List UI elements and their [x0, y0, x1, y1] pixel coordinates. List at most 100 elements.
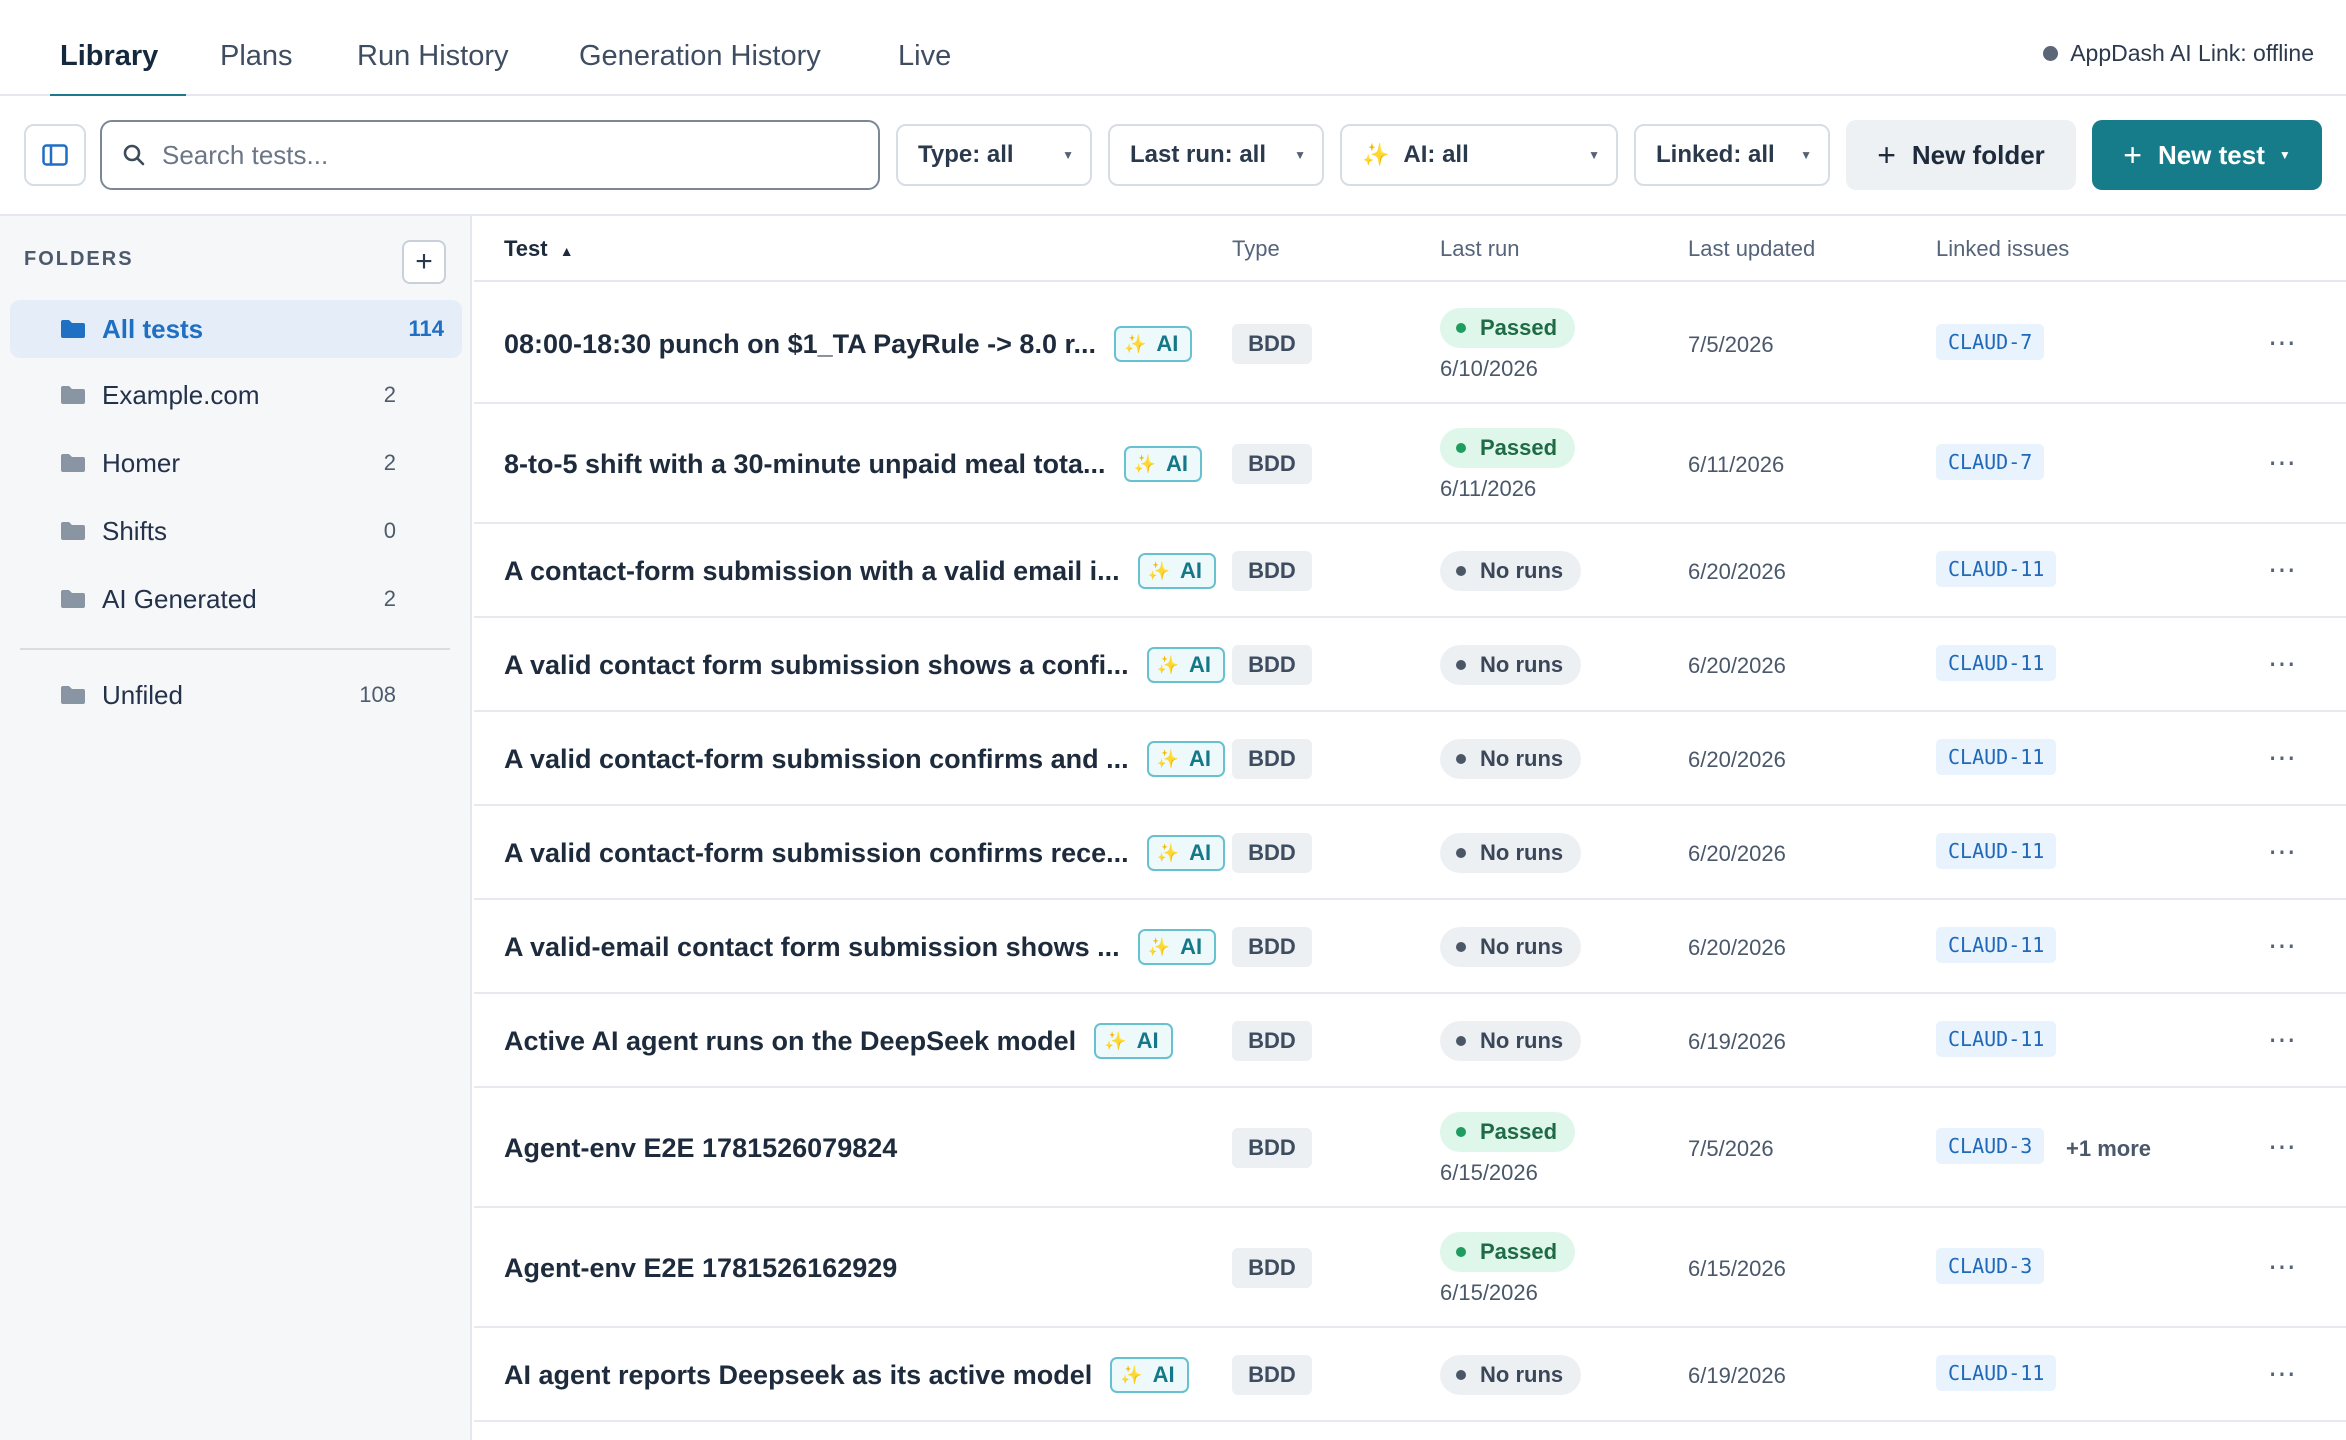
row-actions-menu-icon[interactable]: ⋯: [2268, 1357, 2298, 1390]
table-row[interactable]: AI agent reports Deepseek as its active …: [474, 1328, 2346, 1422]
row-actions-menu-icon[interactable]: ⋯: [2268, 835, 2298, 868]
toolbar: Type: all ▼ Last run: all ▼ ✨ AI: all ▼ …: [0, 96, 2346, 216]
linked-issue-tag[interactable]: CLAUD-11: [1936, 1021, 2057, 1057]
type-badge: BDD: [1232, 1355, 1312, 1395]
test-name[interactable]: A valid contact-form submission confirms…: [504, 838, 1129, 869]
row-actions-menu-icon[interactable]: ⋯: [2268, 446, 2298, 479]
type-badge: BDD: [1232, 324, 1312, 364]
linked-issue-tag[interactable]: CLAUD-3: [1936, 1128, 2045, 1164]
type-filter-select[interactable]: Type: all ▼: [896, 124, 1092, 186]
test-name[interactable]: A valid contact-form submission confirms…: [504, 744, 1129, 775]
test-name[interactable]: Active AI agent runs on the DeepSeek mod…: [504, 1026, 1076, 1057]
row-actions-menu-icon[interactable]: ⋯: [2268, 741, 2298, 774]
linked-issue-tag[interactable]: CLAUD-11: [1936, 739, 2057, 775]
row-actions-menu-icon[interactable]: ⋯: [2268, 1023, 2298, 1056]
tab-plans[interactable]: Plans: [220, 0, 293, 96]
test-name[interactable]: AI agent reports Deepseek as its active …: [504, 1360, 1092, 1391]
type-badge: BDD: [1232, 1128, 1312, 1168]
status-dot-icon: [1456, 443, 1466, 453]
row-actions-menu-icon[interactable]: ⋯: [2268, 1250, 2298, 1283]
ai-filter-select[interactable]: ✨ AI: all ▼: [1340, 124, 1618, 186]
row-actions-menu-icon[interactable]: ⋯: [2268, 647, 2298, 680]
table-row[interactable]: A valid-email contact form submission sh…: [474, 900, 2346, 994]
status-dot-icon: [1456, 1127, 1466, 1137]
linked-issue-tag[interactable]: CLAUD-11: [1936, 1355, 2057, 1391]
search-box[interactable]: [100, 120, 880, 190]
last-run-date: 6/15/2026: [1440, 1280, 1538, 1305]
folder-count: 2: [383, 382, 396, 407]
table-row[interactable]: 8-to-5 shift with a 30-minute unpaid mea…: [474, 404, 2346, 524]
folder-count: 0: [383, 518, 396, 543]
search-icon: [123, 144, 145, 166]
row-actions-menu-icon[interactable]: ⋯: [2268, 1130, 2298, 1163]
column-header-type[interactable]: Type: [1232, 236, 1280, 262]
folder-name: AI Generated: [102, 583, 257, 614]
sidebar-item-shifts[interactable]: Shifts 0: [10, 502, 462, 560]
sidebar-item-homer[interactable]: Homer 2: [10, 434, 462, 492]
test-name-cell: Active AI agent runs on the DeepSeek mod…: [504, 1021, 1173, 1061]
row-actions-menu-icon[interactable]: ⋯: [2268, 929, 2298, 962]
test-name-cell: AI agent reports Deepseek as its active …: [504, 1355, 1189, 1395]
table-row[interactable]: Agent-env E2E 1781526079824 BDD Passed 6/15…: [474, 1088, 2346, 1208]
linked-issue-tag[interactable]: CLAUD-11: [1936, 645, 2057, 681]
linked-filter-select[interactable]: Linked: all ▼: [1634, 124, 1830, 186]
run-status-badge: No runs: [1440, 739, 1582, 779]
test-name[interactable]: Agent-env E2E 1781526079824: [504, 1133, 897, 1164]
last-updated-date: 7/5/2026: [1688, 332, 1774, 357]
column-header-last-updated[interactable]: Last updated: [1688, 236, 1815, 262]
sidebar-item-example-com[interactable]: Example.com 2: [10, 366, 462, 424]
linked-issue-tag[interactable]: CLAUD-7: [1936, 324, 2045, 360]
last-run-filter-label: Last run: all: [1130, 141, 1267, 168]
sort-ascending-icon: ▲: [559, 243, 574, 259]
status-dot-icon: [1456, 848, 1466, 858]
ai-badge: ✨ AI: [1094, 1023, 1173, 1059]
linked-issue-tag[interactable]: CLAUD-11: [1936, 833, 2057, 869]
table-row[interactable]: A valid contact-form submission confirms…: [474, 806, 2346, 900]
linked-issue-tag[interactable]: CLAUD-3: [1936, 1248, 2045, 1284]
column-header-test[interactable]: Test ▲: [504, 236, 574, 262]
row-actions-menu-icon[interactable]: ⋯: [2268, 326, 2298, 359]
tab-run-history[interactable]: Run History: [357, 0, 509, 96]
ai-badge: ✨ AI: [1146, 835, 1226, 871]
linked-issue-tag[interactable]: CLAUD-11: [1936, 927, 2057, 963]
test-name[interactable]: 8-to-5 shift with a 30-minute unpaid mea…: [504, 449, 1106, 480]
test-name[interactable]: A valid-email contact form submission sh…: [504, 932, 1120, 963]
search-input[interactable]: [162, 139, 842, 171]
ai-badge-label: AI: [1189, 840, 1212, 865]
ai-filter-label: AI: all: [1403, 141, 1469, 168]
last-run-filter-select[interactable]: Last run: all ▼: [1108, 124, 1324, 186]
table-row[interactable]: A valid contact-form submission confirms…: [474, 712, 2346, 806]
new-test-button[interactable]: + New test ▼: [2092, 120, 2322, 190]
test-name[interactable]: A contact-form submission with a valid e…: [504, 556, 1120, 587]
sidebar-item-unfiled[interactable]: Unfiled 108: [10, 666, 462, 724]
column-header-last-run[interactable]: Last run: [1440, 236, 1520, 262]
linked-issue-tag[interactable]: CLAUD-11: [1936, 551, 2057, 587]
test-name[interactable]: Agent-env E2E 1781526162929: [504, 1253, 897, 1284]
row-actions-menu-icon[interactable]: ⋯: [2268, 553, 2298, 586]
column-header-linked-issues[interactable]: Linked issues: [1936, 236, 2069, 262]
sidebar-toggle-button[interactable]: [24, 124, 86, 186]
more-issues-link[interactable]: +1 more: [2066, 1136, 2151, 1162]
status-dot-icon: [1456, 1036, 1466, 1046]
linked-issue-tag[interactable]: CLAUD-7: [1936, 444, 2045, 480]
table-row[interactable]: Active AI agent runs on the DeepSeek mod…: [474, 994, 2346, 1088]
test-name-cell: A valid contact-form submission confirms…: [504, 833, 1226, 873]
plus-icon: +: [2123, 137, 2142, 173]
sparkle-icon: ✨: [1147, 560, 1171, 581]
sparkle-icon: ✨: [1156, 748, 1180, 769]
table-row[interactable]: A contact-form submission with a valid e…: [474, 524, 2346, 618]
tab-library[interactable]: Library: [49, 0, 187, 98]
sidebar-item-all-tests[interactable]: All tests 114: [10, 300, 462, 358]
sidebar-item-ai-generated[interactable]: AI Generated 2: [10, 570, 462, 628]
table-row[interactable]: 08:00-18:30 punch on $1_TA PayRule -> 8.…: [474, 284, 2346, 404]
new-folder-button[interactable]: + New folder: [1846, 120, 2076, 190]
tab-live[interactable]: Live: [898, 0, 951, 96]
test-name[interactable]: A valid contact form submission shows a …: [504, 650, 1129, 681]
run-status-label: No runs: [1480, 746, 1564, 771]
test-name[interactable]: 08:00-18:30 punch on $1_TA PayRule -> 8.…: [504, 329, 1096, 360]
table-row[interactable]: Agent-env E2E 1781526162929 BDD Passed 6/15…: [474, 1208, 2346, 1328]
add-folder-button[interactable]: +: [402, 240, 446, 284]
folder-count: 108: [359, 682, 396, 707]
tab-generation-history[interactable]: Generation History: [579, 0, 821, 96]
table-row[interactable]: A valid contact form submission shows a …: [474, 618, 2346, 712]
